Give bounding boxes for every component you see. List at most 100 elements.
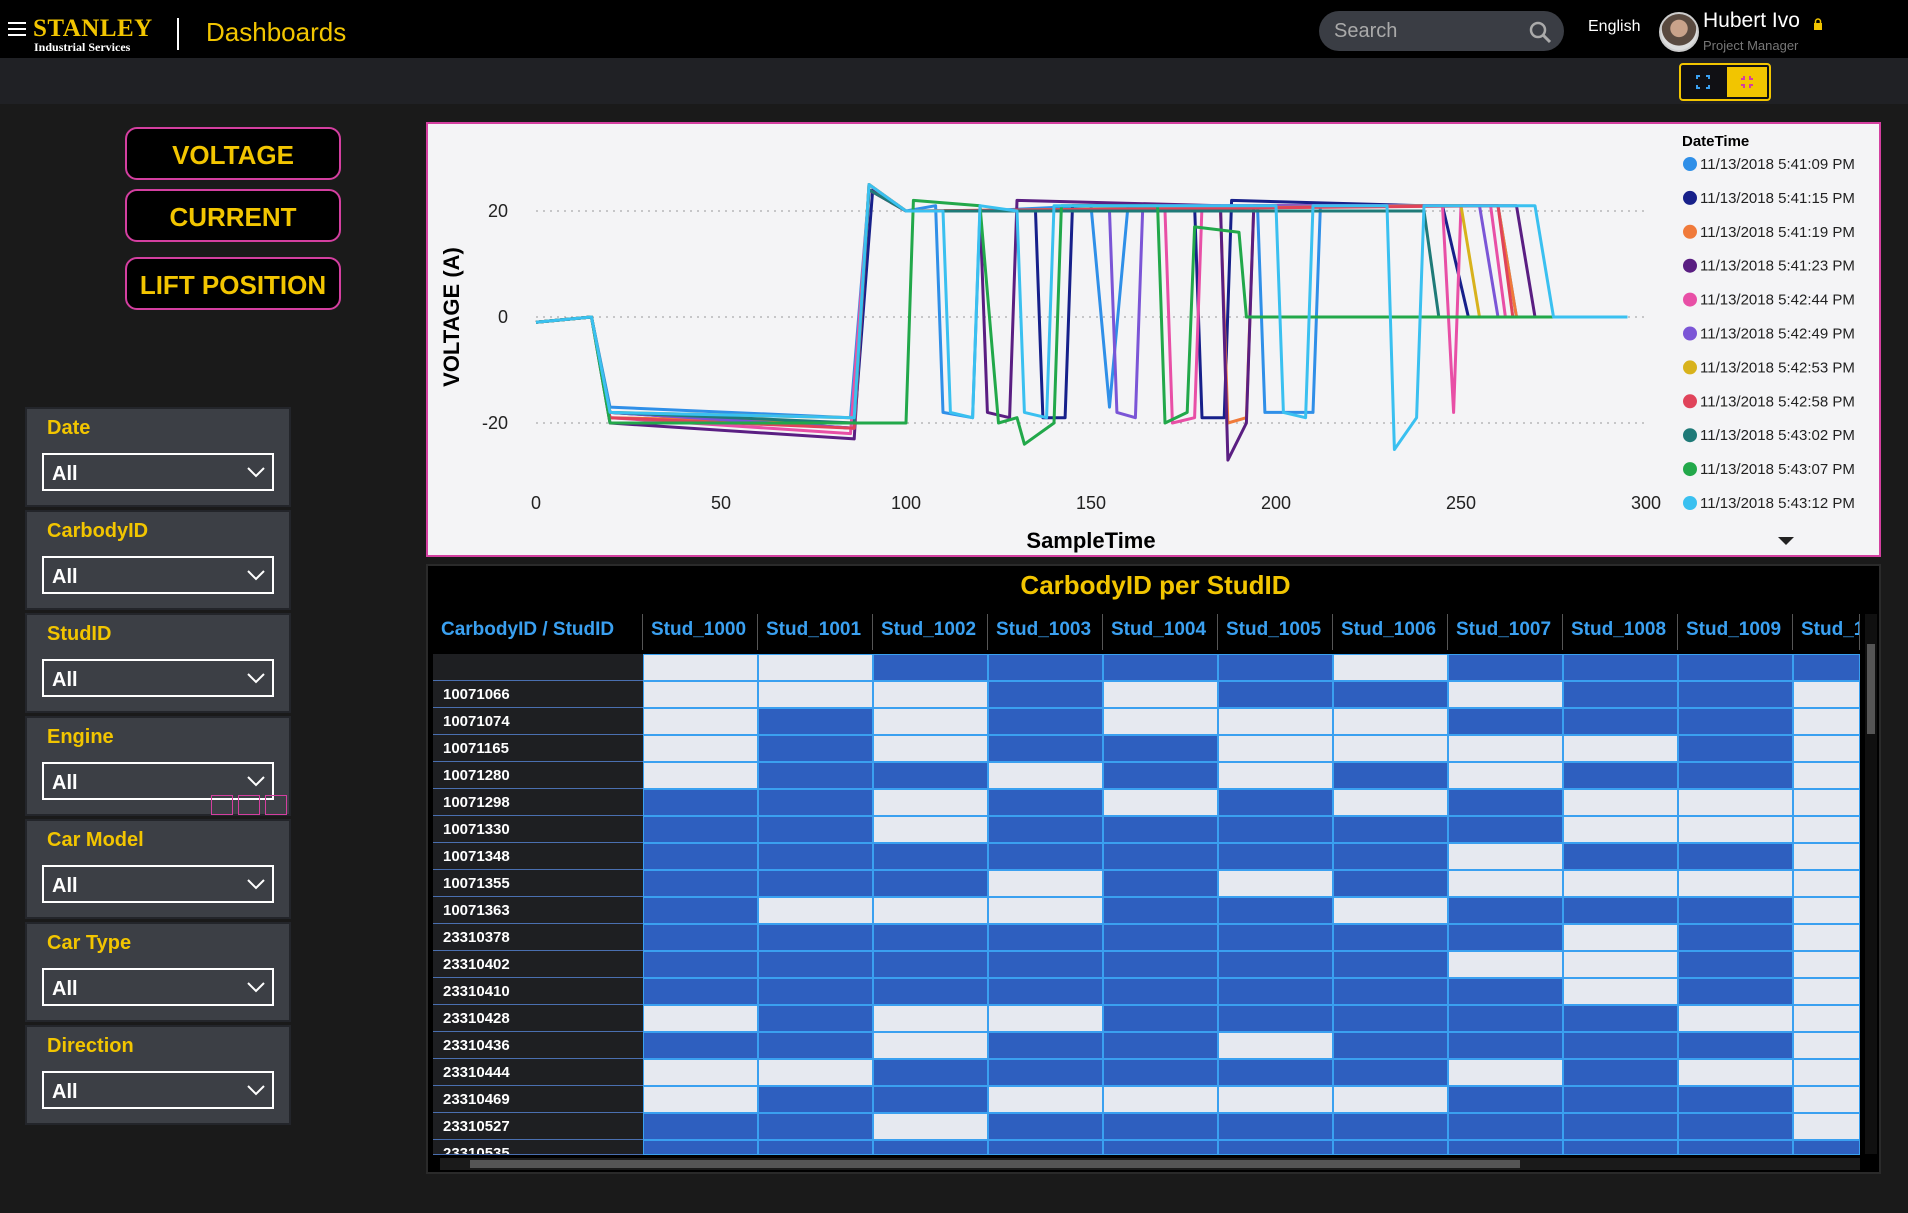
matrix-cell[interactable] [1793,870,1860,897]
scrollbar-thumb[interactable] [470,1160,1520,1168]
hamburger-menu-icon[interactable] [8,22,26,36]
matrix-cell[interactable] [1678,735,1793,762]
matrix-cell[interactable] [643,978,758,1005]
matrix-cell[interactable] [873,843,988,870]
matrix-cell[interactable] [1563,1059,1678,1086]
matrix-cell[interactable] [1793,1032,1860,1059]
matrix-row-label[interactable]: 10071330 [433,816,643,843]
matrix-cell[interactable] [758,708,873,735]
matrix-cell[interactable] [1793,735,1860,762]
matrix-column-header[interactable]: Stud_1002 [873,614,988,650]
matrix-cell[interactable] [1333,951,1448,978]
matrix-cell[interactable] [1448,1140,1563,1155]
fullscreen-icon[interactable] [1683,67,1723,97]
legend-marker[interactable] [1683,462,1697,477]
legend-marker[interactable] [1683,157,1697,171]
matrix-cell[interactable] [1218,762,1333,789]
matrix-cell[interactable] [758,897,873,924]
matrix-cell[interactable] [873,735,988,762]
legend-marker[interactable] [1683,360,1697,375]
matrix-cell[interactable] [1678,1059,1793,1086]
matrix-cell[interactable] [1448,762,1563,789]
matrix-column-header[interactable]: Stud_1003 [988,614,1103,650]
matrix-cell[interactable] [988,1086,1103,1113]
matrix-cell[interactable] [1103,951,1218,978]
matrix-cell[interactable] [873,1032,988,1059]
matrix-cell[interactable] [873,681,988,708]
matrix-cell[interactable] [1333,1032,1448,1059]
legend-marker[interactable] [1683,292,1697,307]
matrix-cell[interactable] [988,735,1103,762]
matrix-cell[interactable] [873,1086,988,1113]
legend-marker[interactable] [1683,394,1697,409]
matrix-cell[interactable] [1333,1086,1448,1113]
matrix-cell[interactable] [1563,816,1678,843]
matrix-cell[interactable] [1333,897,1448,924]
matrix-row-label[interactable]: 23310378 [433,924,643,951]
matrix-cell[interactable] [1103,1086,1218,1113]
matrix-cell[interactable] [1448,816,1563,843]
legend-entry[interactable]: 11/13/2018 5:42:53 PM [1700,359,1855,376]
matrix-cell[interactable] [1563,924,1678,951]
matrix-cell[interactable] [1103,789,1218,816]
matrix-cell[interactable] [988,1059,1103,1086]
legend-marker[interactable] [1683,428,1697,443]
matrix-cell[interactable] [1563,654,1678,681]
matrix-cell[interactable] [873,708,988,735]
matrix-cell[interactable] [1678,681,1793,708]
matrix-cell[interactable] [1678,951,1793,978]
matrix-cell[interactable] [1448,978,1563,1005]
matrix-cell[interactable] [873,951,988,978]
matrix-cell[interactable] [1218,1005,1333,1032]
matrix-cell[interactable] [1678,1140,1793,1155]
matrix-cell[interactable] [1563,1032,1678,1059]
matrix-row-label[interactable]: 10071298 [433,789,643,816]
matrix-cell[interactable] [1678,978,1793,1005]
matrix-cell[interactable] [758,978,873,1005]
matrix-cell[interactable] [1103,897,1218,924]
matrix-cell[interactable] [1218,843,1333,870]
matrix-cell[interactable] [873,1113,988,1140]
matrix-cell[interactable] [1793,951,1860,978]
matrix-cell[interactable] [1103,816,1218,843]
matrix-cell[interactable] [643,816,758,843]
matrix-cell[interactable] [1333,978,1448,1005]
matrix-cell[interactable] [758,816,873,843]
direction-dropdown[interactable]: All [42,1071,274,1109]
matrix-cell[interactable] [1678,924,1793,951]
legend-entry[interactable]: 11/13/2018 5:41:15 PM [1700,190,1855,207]
matrix-cell[interactable] [1448,1059,1563,1086]
car-model-dropdown[interactable]: All [42,865,274,903]
matrix-cell[interactable] [1333,681,1448,708]
matrix-cell[interactable] [1218,735,1333,762]
matrix-cell[interactable] [643,708,758,735]
matrix-row-label[interactable] [433,654,643,681]
matrix-cell[interactable] [1333,708,1448,735]
matrix-column-header[interactable]: Stud_1004 [1103,614,1218,650]
matrix-row-label[interactable]: 23310410 [433,978,643,1005]
matrix-cell[interactable] [1103,843,1218,870]
matrix-cell[interactable] [873,762,988,789]
matrix-cell[interactable] [1448,897,1563,924]
horizontal-scrollbar[interactable] [440,1158,1860,1170]
matrix-cell[interactable] [1678,708,1793,735]
matrix-cell[interactable] [1103,1113,1218,1140]
matrix-cell[interactable] [1793,654,1860,681]
matrix-cell[interactable] [1563,789,1678,816]
matrix-column-header[interactable]: Stud_1001 [758,614,873,650]
matrix-cell[interactable] [1793,924,1860,951]
matrix-cell[interactable] [1793,978,1860,1005]
matrix-cell[interactable] [1678,654,1793,681]
matrix-cell[interactable] [1678,1032,1793,1059]
matrix-cell[interactable] [873,816,988,843]
matrix-cell[interactable] [758,843,873,870]
matrix-cell[interactable] [1103,870,1218,897]
matrix-cell[interactable] [1103,978,1218,1005]
matrix-cell[interactable] [988,789,1103,816]
matrix-cell[interactable] [758,681,873,708]
matrix-cell[interactable] [1333,870,1448,897]
matrix-cell[interactable] [1563,708,1678,735]
more-options-icon[interactable] [265,795,287,815]
matrix-row-label[interactable]: 10071165 [433,735,643,762]
matrix-cell[interactable] [1563,897,1678,924]
